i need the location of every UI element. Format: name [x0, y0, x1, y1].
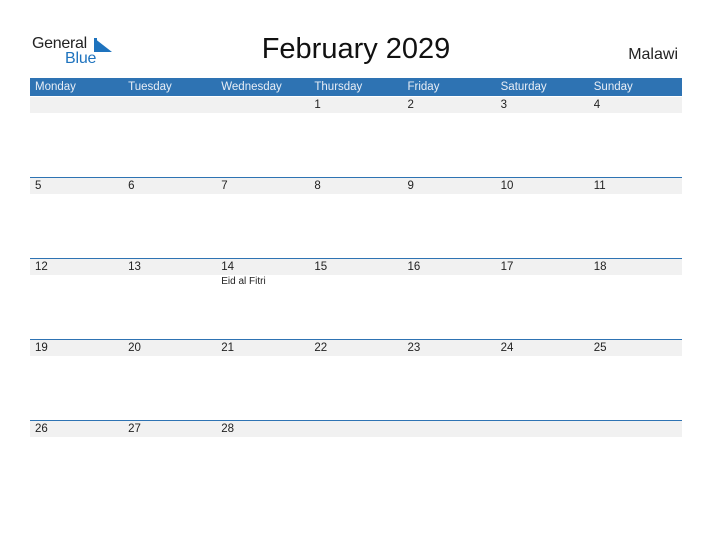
day-number: 24: [500, 342, 514, 354]
day-cell[interactable]: [216, 97, 309, 114]
day-number: [35, 97, 123, 113]
day-cell[interactable]: 23: [403, 340, 496, 357]
day-number: [314, 421, 402, 437]
day-number: 4: [593, 99, 601, 111]
weekday-friday: Friday: [407, 81, 440, 93]
day-number: [594, 421, 682, 437]
day-number: 21: [221, 342, 235, 354]
day-number: 25: [593, 342, 607, 354]
day-cell[interactable]: 28: [216, 421, 309, 438]
day-number: 7: [221, 180, 228, 192]
day-cell[interactable]: 9: [403, 178, 496, 195]
week-cells: 12 13 14 Eid al Fitri 15 16 17 18: [30, 259, 682, 288]
day-cell[interactable]: 22: [309, 340, 402, 357]
day-number: 28: [221, 423, 235, 435]
day-number: [128, 97, 216, 113]
day-number: 10: [500, 180, 514, 192]
weekday-sunday: Sunday: [593, 81, 633, 93]
week-cells: 26 27 28: [30, 421, 682, 438]
day-number: 1: [314, 99, 321, 111]
day-cell[interactable]: 14 Eid al Fitri: [216, 259, 309, 288]
day-number: 15: [314, 261, 328, 273]
weekday-saturday: Saturday: [500, 81, 547, 93]
weekday-thursday: Thursday: [314, 81, 363, 93]
week-row: 26 27 28: [30, 420, 682, 501]
calendar-title: February 2029: [261, 33, 451, 65]
day-cell[interactable]: 18: [589, 259, 682, 288]
day-cell[interactable]: 25: [589, 340, 682, 357]
day-number: 14: [221, 261, 235, 273]
day-number: 27: [128, 423, 141, 435]
week-cells: 19 20 21 22 23 24 25: [30, 340, 682, 357]
day-number: 17: [500, 261, 514, 273]
weekday-wednesday: Wednesday: [221, 81, 282, 93]
day-number: 22: [314, 342, 328, 354]
day-number: 11: [593, 180, 606, 192]
day-number: 5: [35, 180, 42, 192]
day-cell[interactable]: 6: [123, 178, 216, 195]
day-cell[interactable]: 27: [123, 421, 216, 438]
day-cell[interactable]: [403, 421, 496, 438]
day-number: 12: [35, 261, 48, 273]
country-label: Malawi: [628, 46, 678, 63]
day-cell[interactable]: [309, 421, 402, 438]
day-cell[interactable]: 15: [309, 259, 402, 288]
day-cell[interactable]: [496, 421, 589, 438]
week-cells: 5 6 7 8 9 10 11: [30, 178, 682, 195]
week-row: 5 6 7 8 9 10 11: [30, 177, 682, 258]
day-number: 26: [35, 423, 48, 435]
day-number: 20: [128, 342, 141, 354]
day-cell[interactable]: [123, 97, 216, 114]
day-cell[interactable]: [589, 421, 682, 438]
day-number: 6: [128, 180, 135, 192]
day-cell[interactable]: 12: [30, 259, 123, 288]
day-cell[interactable]: 20: [123, 340, 216, 357]
day-cell[interactable]: 11: [589, 178, 682, 195]
day-cell[interactable]: 26: [30, 421, 123, 438]
day-cell[interactable]: 5: [30, 178, 123, 195]
day-cell[interactable]: 1: [309, 97, 402, 114]
day-cell[interactable]: 17: [496, 259, 589, 288]
day-cell[interactable]: 4: [589, 97, 682, 114]
day-cell[interactable]: 8: [309, 178, 402, 195]
day-number: 2: [407, 99, 414, 111]
day-number: 18: [593, 261, 607, 273]
week-row: 19 20 21 22 23 24 25: [30, 339, 682, 420]
day-number: 19: [35, 342, 48, 354]
weekday-header: Monday Tuesday Wednesday Thursday Friday…: [30, 78, 682, 96]
day-number: 16: [407, 261, 421, 273]
week-cells: 1 2 3 4: [30, 97, 682, 114]
day-number: 23: [407, 342, 421, 354]
day-cell[interactable]: 3: [496, 97, 589, 114]
day-number: 3: [500, 99, 508, 111]
day-number: 9: [407, 180, 414, 192]
day-number: [408, 421, 496, 437]
day-cell[interactable]: 21: [216, 340, 309, 357]
day-cell[interactable]: 2: [403, 97, 496, 114]
day-cell[interactable]: [30, 97, 123, 114]
day-cell[interactable]: 16: [403, 259, 496, 288]
day-cell[interactable]: 10: [496, 178, 589, 195]
day-cell[interactable]: 7: [216, 178, 309, 195]
weekday-monday: Monday: [35, 81, 76, 93]
weekday-tuesday: Tuesday: [128, 81, 172, 93]
day-number: [221, 97, 309, 113]
day-number: 8: [314, 180, 321, 192]
week-row: 12 13 14 Eid al Fitri 15 16 17 18: [30, 258, 682, 339]
day-cell[interactable]: 19: [30, 340, 123, 357]
holiday-label: Eid al Fitri: [221, 276, 266, 287]
day-number: [501, 421, 589, 437]
day-cell[interactable]: 13: [123, 259, 216, 288]
week-row: 1 2 3 4: [30, 96, 682, 177]
day-number: 13: [128, 261, 141, 273]
day-cell[interactable]: 24: [496, 340, 589, 357]
